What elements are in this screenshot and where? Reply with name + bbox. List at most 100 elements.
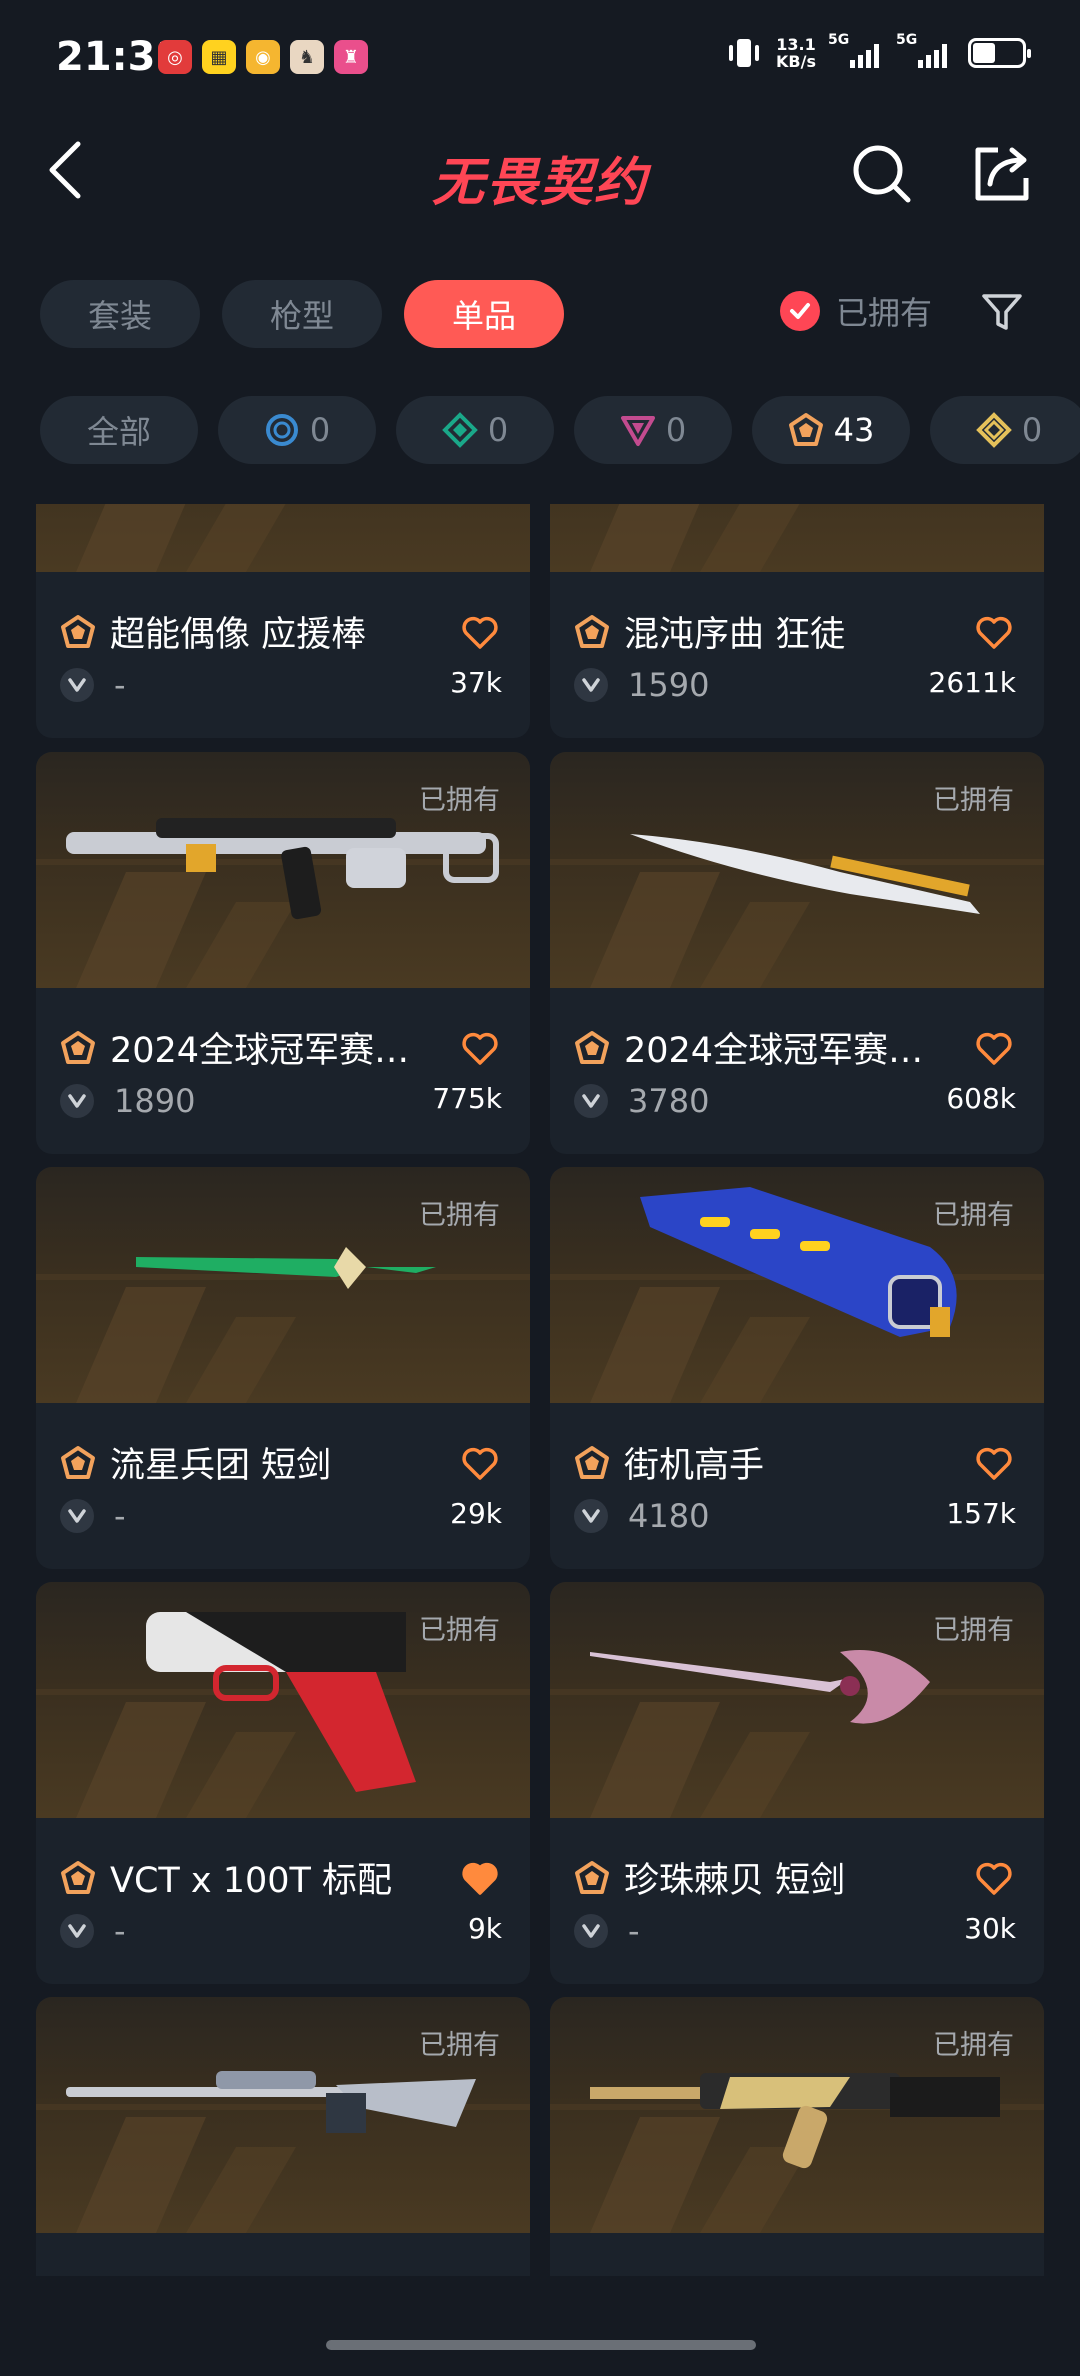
- vp-currency-icon: [60, 1914, 94, 1948]
- favorite-heart-icon[interactable]: [974, 1443, 1014, 1483]
- rarity-premium[interactable]: 0: [574, 396, 732, 464]
- rarity-filter-row: 全部 0 0 0 43 0: [40, 396, 1080, 464]
- netease-music-icon: ◎: [158, 40, 192, 74]
- skin-price: -: [628, 1912, 640, 1950]
- category-tabs: 套装 枪型 单品: [40, 280, 564, 348]
- game-icon-2: ♜: [334, 40, 368, 74]
- owned-tag: 已拥有: [419, 1200, 500, 1231]
- favorite-heart-icon[interactable]: [974, 612, 1014, 652]
- qq-music-icon: ◉: [246, 40, 280, 74]
- vp-currency-icon: [574, 668, 608, 702]
- game-icon-1: ♞: [290, 40, 324, 74]
- skin-name: 超能偶像 应援棒: [110, 615, 367, 655]
- skin-card[interactable]: 超能偶像 应援棒 - 37k: [36, 504, 530, 738]
- skin-image: [550, 504, 1044, 572]
- skin-price: -: [114, 1912, 126, 1950]
- vp-currency-icon: [574, 1499, 608, 1533]
- like-count: 9k: [467, 1912, 502, 1945]
- owned-tag: 已拥有: [933, 2030, 1014, 2061]
- skin-image: 已拥有: [36, 752, 530, 988]
- like-count: 775k: [432, 1082, 502, 1115]
- like-count: 37k: [450, 666, 502, 699]
- exclusive-tier-icon: [575, 1030, 609, 1064]
- net-speed: 13.1 KB/s: [776, 35, 816, 71]
- skin-image: 已拥有: [36, 1582, 530, 1818]
- owned-toggle[interactable]: 已拥有: [780, 288, 932, 334]
- like-count: 29k: [450, 1497, 502, 1530]
- rarity-deluxe[interactable]: 0: [396, 396, 554, 464]
- skin-card[interactable]: 已拥有 2024全球冠军赛… 1890 775k: [36, 752, 530, 1154]
- status-bar: 21:31 ◎ ▦ ◉ ♞ ♜ 13.1 KB/s 5G 5G: [0, 0, 1080, 120]
- filter-icon[interactable]: [980, 290, 1024, 334]
- rarity-exclusive[interactable]: 43: [752, 396, 910, 464]
- skin-card[interactable]: 已拥有 流星兵团 短剑 - 29k: [36, 1167, 530, 1569]
- search-icon[interactable]: [848, 140, 914, 206]
- header: 无畏契约: [0, 120, 1080, 220]
- like-count: 157k: [946, 1497, 1016, 1530]
- tab-single-items[interactable]: 单品: [404, 280, 564, 348]
- skin-image: 已拥有: [550, 752, 1044, 988]
- skin-card[interactable]: 已拥有: [550, 1997, 1044, 2276]
- check-icon: [780, 291, 820, 331]
- exclusive-tier-icon: [788, 413, 823, 446]
- favorite-heart-icon[interactable]: [460, 1443, 500, 1483]
- skin-image: [36, 504, 530, 572]
- system-icons: 13.1 KB/s 5G 5G: [724, 32, 1031, 71]
- skin-card[interactable]: 已拥有 2024全球冠军赛… 3780 608k: [550, 752, 1044, 1154]
- share-icon[interactable]: [968, 140, 1034, 206]
- deluxe-tier-icon: [441, 412, 478, 448]
- favorite-heart-icon[interactable]: [460, 612, 500, 652]
- rarity-ultra[interactable]: 0: [930, 396, 1080, 464]
- skin-card[interactable]: 混沌序曲 狂徒 1590 2611k: [550, 504, 1044, 738]
- favorite-heart-icon[interactable]: [974, 1858, 1014, 1898]
- rarity-select[interactable]: 0: [218, 396, 376, 464]
- battery-icon: [968, 38, 1031, 68]
- favorite-heart-icon[interactable]: [460, 1858, 500, 1898]
- owned-tag: 已拥有: [933, 1615, 1014, 1646]
- skin-name: 珍珠棘贝 短剑: [624, 1861, 846, 1901]
- like-count: 608k: [946, 1082, 1016, 1115]
- favorite-heart-icon[interactable]: [460, 1028, 500, 1068]
- owned-tag: 已拥有: [933, 1200, 1014, 1231]
- signal-icon-2: 5G: [896, 32, 956, 68]
- weapon-green-sword-icon: [136, 1247, 436, 1289]
- skin-image: 已拥有: [36, 1167, 530, 1403]
- skin-name: VCT x 100T 标配: [110, 1861, 393, 1901]
- skin-price: -: [114, 666, 126, 704]
- skin-name: 2024全球冠军赛…: [110, 1031, 410, 1071]
- notification-icons: ◎ ▦ ◉ ♞ ♜: [158, 40, 368, 74]
- select-tier-icon: [265, 414, 298, 446]
- rarity-all[interactable]: 全部: [40, 396, 198, 464]
- skin-card[interactable]: 已拥有 街机高手 4180 157k: [550, 1167, 1044, 1569]
- tab-gun-types[interactable]: 枪型: [222, 280, 382, 348]
- skin-name: 街机高手: [624, 1446, 765, 1486]
- skin-price: -: [114, 1497, 126, 1535]
- exclusive-tier-icon: [575, 1445, 609, 1479]
- exclusive-tier-icon: [575, 1860, 609, 1894]
- owned-label: 已拥有: [836, 294, 933, 332]
- exclusive-tier-icon: [61, 1860, 95, 1894]
- owned-tag: 已拥有: [419, 1615, 500, 1646]
- skin-card[interactable]: 已拥有: [36, 1997, 530, 2276]
- skin-name: 混沌序曲 狂徒: [624, 615, 846, 655]
- skin-background: [76, 504, 286, 572]
- favorite-heart-icon[interactable]: [974, 1028, 1014, 1068]
- skin-card[interactable]: 已拥有 VCT x 100T 标配 - 9k: [36, 1582, 530, 1984]
- skin-price: 1590: [628, 666, 710, 704]
- vibrate-icon: [729, 39, 760, 67]
- skin-image: 已拥有: [550, 1997, 1044, 2233]
- exclusive-tier-icon: [61, 614, 95, 648]
- ultra-tier-icon: [975, 412, 1012, 448]
- home-indicator[interactable]: [326, 2340, 756, 2350]
- skin-card[interactable]: 已拥有 珍珠棘贝 短剑 - 30k: [550, 1582, 1044, 1984]
- tab-bundles[interactable]: 套装: [40, 280, 200, 348]
- exclusive-tier-icon: [61, 1445, 95, 1479]
- signal-icon-1: 5G: [828, 32, 884, 68]
- vp-currency-icon: [574, 1084, 608, 1118]
- vp-currency-icon: [60, 668, 94, 702]
- premium-tier-icon: [620, 416, 655, 446]
- skin-background: [590, 504, 800, 572]
- page-title: 无畏契约: [431, 153, 648, 213]
- skin-price: 4180: [628, 1497, 710, 1535]
- vp-currency-icon: [60, 1084, 94, 1118]
